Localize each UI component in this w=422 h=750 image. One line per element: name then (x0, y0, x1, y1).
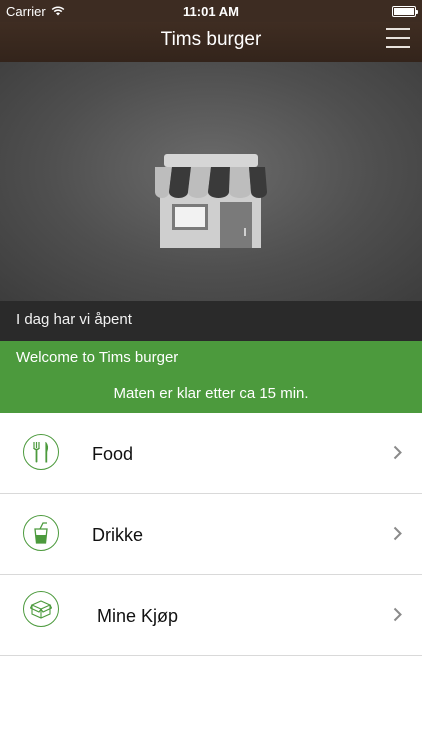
open-status-text: I dag har vi åpent (16, 311, 132, 328)
welcome-title: Welcome to Tims burger (16, 349, 179, 366)
battery-icon (392, 5, 418, 17)
hamburger-menu-button[interactable] (386, 26, 410, 50)
menu-item-drikke[interactable]: Drikke (0, 494, 422, 575)
open-status-bar: I dag har vi åpent (0, 301, 422, 341)
carrier-label: Carrier (6, 3, 46, 19)
store-icon (155, 154, 267, 248)
menu-item-food[interactable]: Food (0, 413, 422, 494)
hero-banner (0, 62, 422, 301)
ready-time-text: Maten er klar etter ca 15 min. (113, 385, 309, 402)
wifi-icon (51, 6, 65, 16)
welcome-banner: Welcome to Tims burger Maten er klar ett… (0, 341, 422, 413)
status-left: Carrier (6, 4, 65, 19)
chevron-right-icon (393, 445, 402, 460)
page-title: Tims burger (160, 29, 262, 50)
box-icon (23, 591, 59, 627)
menu-list: Food Drikke Mine Kjøp (0, 413, 422, 656)
chevron-right-icon (393, 526, 402, 541)
drink-cup-icon (23, 515, 59, 551)
chevron-right-icon (393, 607, 402, 622)
menu-item-label: Food (92, 444, 134, 464)
menu-item-label: Mine Kjøp (97, 606, 179, 626)
menu-item-mine-kjop[interactable]: Mine Kjøp (0, 575, 422, 656)
cutlery-icon (23, 434, 59, 470)
status-bar: Carrier 11:01 AM (0, 0, 422, 22)
menu-item-label: Drikke (92, 525, 144, 545)
nav-bar: Tims burger (0, 22, 422, 62)
